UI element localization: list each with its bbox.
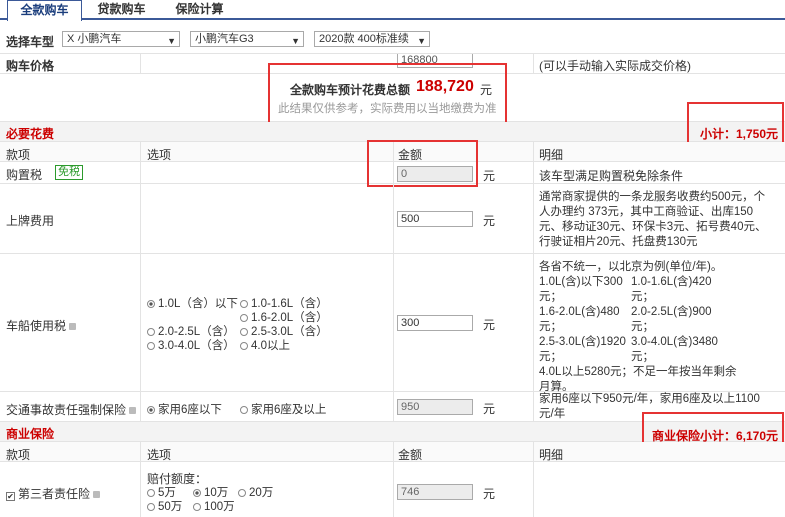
- tab-full-payment[interactable]: 全款购车: [7, 0, 82, 21]
- plate-fee-label: 上牌费用: [6, 214, 55, 228]
- price-label: 购车价格: [6, 59, 55, 73]
- compulsory-insurance-unit: 元: [483, 402, 496, 416]
- coverage-option[interactable]: 20万: [238, 484, 273, 500]
- header-amount: 金额: [398, 448, 423, 462]
- vehicle-tax-detail-line: 各省不统一，以北京为例(单位/年)。: [539, 261, 723, 273]
- header-detail: 明细: [539, 448, 564, 462]
- radio-icon: [238, 489, 246, 497]
- tab-loan[interactable]: 贷款购车: [84, 0, 159, 20]
- help-icon[interactable]: [129, 407, 137, 414]
- total-highlight-box: [268, 63, 507, 129]
- vehicle-tax-detail-line: 元；: [631, 321, 654, 333]
- chevron-down-icon: ▼: [291, 36, 300, 46]
- plate-detail-line: 人办理约 373元，其中工商验证、出库150: [539, 206, 754, 218]
- price-hint: (可以手动输入实际成交价格): [539, 59, 691, 73]
- radio-icon: [147, 328, 155, 336]
- help-icon[interactable]: [93, 491, 101, 498]
- purchase-tax-label: 购置税: [6, 168, 43, 182]
- compulsory-insurance-label: 交通事故责任强制保险: [6, 401, 137, 418]
- vehicle-tax-detail-line: 元；: [631, 291, 654, 303]
- vehicle-tax-detail-line: 1.0-1.6L(含)420: [631, 276, 712, 288]
- vehicle-tax-detail-col2: 1.0-1.6L(含)420 元； 2.0-2.5L(含)900 元； 3.0-…: [631, 275, 718, 365]
- compulsory-option-label: 家用6座及以上: [251, 404, 327, 416]
- coverage-option[interactable]: 100万: [193, 498, 235, 514]
- radio-icon: [147, 300, 155, 308]
- vehicle-tax-label-text: 车船使用税: [6, 319, 67, 333]
- header-detail: 明细: [539, 148, 564, 162]
- coverage-option-label: 50万: [158, 501, 183, 513]
- help-icon[interactable]: [69, 323, 77, 330]
- radio-icon: [240, 342, 248, 350]
- amount-highlight-box: [367, 140, 478, 187]
- plate-detail-line: 通常商家提供的一条龙服务收费约500元，个: [539, 191, 766, 203]
- radio-icon: [240, 328, 248, 336]
- brand-select-value: X 小鹏汽车: [67, 33, 122, 45]
- vehicle-tax-option-label: 1.0L（含）以下: [158, 298, 238, 310]
- header-item: 款项: [6, 448, 31, 462]
- coverage-option[interactable]: 50万: [147, 498, 182, 514]
- third-party-label-text: 第三者责任险: [18, 487, 91, 501]
- vehicle-tax-option-label: 4.0以上: [251, 340, 290, 352]
- compulsory-option[interactable]: 家用6座及以上: [240, 401, 326, 417]
- chevron-down-icon: ▼: [167, 36, 176, 46]
- vehicle-tax-option[interactable]: 3.0-4.0L（含）: [147, 337, 235, 353]
- tab-insurance[interactable]: 保险计算: [162, 0, 237, 20]
- vehicle-tax-unit: 元: [483, 318, 496, 332]
- plate-fee-unit: 元: [483, 214, 496, 228]
- chevron-down-icon: ▼: [417, 36, 426, 46]
- radio-icon: [147, 342, 155, 350]
- select-car-label: 选择车型: [6, 35, 55, 49]
- header-option: 选项: [147, 448, 172, 462]
- required-title: 必要花费: [6, 127, 55, 141]
- radio-icon: [240, 406, 248, 414]
- compulsory-detail-line: 家用6座以下950元/年，家用6座及以上1100: [539, 393, 760, 405]
- coverage-option-label: 20万: [249, 487, 274, 499]
- radio-icon: [193, 489, 201, 497]
- vehicle-tax-input[interactable]: 300: [397, 315, 473, 331]
- compulsory-insurance-input[interactable]: 950: [397, 399, 473, 415]
- plate-fee-input[interactable]: 500: [397, 211, 473, 227]
- tax-free-badge: 免税: [55, 165, 83, 180]
- required-section-header: [0, 122, 785, 142]
- third-party-unit: 元: [483, 487, 496, 501]
- tab-bar: 全款购车 贷款购车 保险计算: [0, 0, 785, 21]
- radio-icon: [240, 314, 248, 322]
- compulsory-insurance-label-text: 交通事故责任强制保险: [6, 403, 127, 417]
- commercial-title: 商业保险: [6, 427, 55, 441]
- vehicle-tax-detail-line: 4.0L以上5280元；不足一年按当年剩余: [539, 366, 737, 378]
- header-item: 款项: [6, 148, 31, 162]
- plate-detail-line: 行驶证相片20元、托盘费130元: [539, 236, 698, 248]
- header-option: 选项: [147, 148, 172, 162]
- radio-icon: [147, 503, 155, 511]
- radio-icon: [240, 300, 248, 308]
- version-select[interactable]: 2020款 400标准续 ▼: [314, 31, 430, 47]
- third-party-input[interactable]: 746: [397, 484, 473, 500]
- purchase-tax-detail: 该车型满足购置税免除条件: [539, 169, 684, 183]
- subtotal-highlight-box: [687, 102, 784, 146]
- radio-icon: [147, 406, 155, 414]
- checkbox-checked-icon: ✔: [6, 492, 15, 501]
- model-select[interactable]: 小鹏汽车G3 ▼: [190, 31, 304, 47]
- vehicle-tax-option[interactable]: 4.0以上: [240, 337, 290, 353]
- model-select-value: 小鹏汽车G3: [195, 33, 254, 45]
- plate-detail-line: 元、移动证30元、环保卡3元、拓号费40元、: [539, 221, 767, 233]
- coverage-option-label: 100万: [204, 501, 235, 513]
- vehicle-tax-option-label: 3.0-4.0L（含）: [158, 340, 235, 352]
- brand-select[interactable]: X 小鹏汽车 ▼: [62, 31, 180, 47]
- vehicle-tax-label: 车船使用税: [6, 317, 77, 334]
- vehicle-tax-detail-line: 元；: [631, 351, 654, 363]
- vehicle-tax-detail-line: 3.0-4.0L(含)3480: [631, 336, 718, 348]
- version-select-value: 2020款 400标准续: [319, 33, 409, 45]
- vehicle-tax-detail-line: 2.0-2.5L(含)900: [631, 306, 712, 318]
- compulsory-option-label: 家用6座以下: [158, 404, 222, 416]
- third-party-label[interactable]: ✔ 第三者责任险: [6, 485, 101, 502]
- radio-icon: [193, 503, 201, 511]
- radio-icon: [147, 489, 155, 497]
- purchase-tax-unit: 元: [483, 169, 496, 183]
- vehicle-tax-option[interactable]: 1.0L（含）以下: [147, 295, 238, 311]
- compulsory-option[interactable]: 家用6座以下: [147, 401, 222, 417]
